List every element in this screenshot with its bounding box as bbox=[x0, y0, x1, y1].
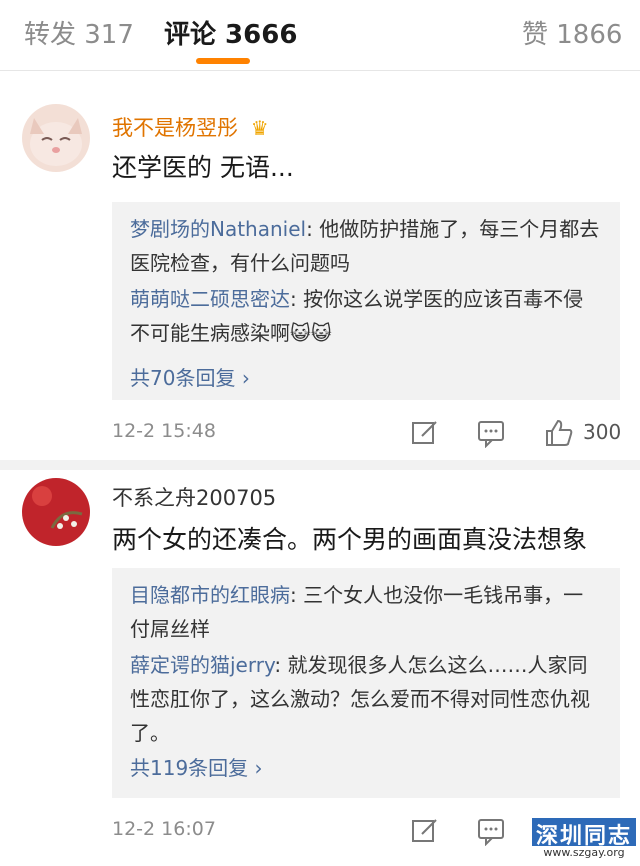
comment-text: 还学医的 无语... bbox=[112, 153, 294, 182]
emoji: 😺😺 bbox=[290, 321, 332, 345]
reply-item[interactable]: 萌萌哒二硕思密达: 按你这么说学医的应该百毒不侵不可能生病感染啊😺😺 bbox=[130, 282, 600, 350]
reply-author[interactable]: 薛定谔的猫jerry bbox=[130, 653, 274, 677]
repost-icon[interactable] bbox=[410, 418, 440, 448]
crown-icon: ♛ bbox=[250, 116, 269, 140]
replies-box[interactable]: 梦剧场的Nathaniel: 他做防护措施了，每三个月都去医院检查，有什么问题吗… bbox=[112, 202, 620, 400]
avatar[interactable] bbox=[22, 478, 90, 546]
username[interactable]: 我不是杨翌彤 ♛ bbox=[112, 112, 269, 142]
reply-item[interactable]: 薛定谔的猫jerry: 就发现很多人怎么这么……人家同性恋肛你了，这么激动？怎么… bbox=[130, 648, 600, 750]
reply-item[interactable]: 目隐都市的红眼病: 三个女人也没你一毛钱吊事，一付屌丝样 bbox=[130, 578, 600, 646]
comment-icon[interactable] bbox=[476, 816, 506, 846]
watermark-url: www.szgay.org bbox=[532, 846, 636, 859]
divider bbox=[0, 460, 640, 470]
watermark-logo: 深圳同志 www.szgay.org bbox=[532, 818, 636, 862]
tab-comments[interactable]: 评论 3666 bbox=[164, 14, 297, 51]
username[interactable]: 不系之舟200705 bbox=[112, 482, 276, 512]
like-icon[interactable] bbox=[544, 418, 574, 448]
active-tab-indicator bbox=[196, 58, 250, 64]
chevron-right-icon: › bbox=[241, 366, 250, 390]
repost-icon[interactable] bbox=[410, 816, 440, 846]
tab-reposts[interactable]: 转发 317 bbox=[24, 14, 134, 51]
more-replies-link[interactable]: 共119条回复 › bbox=[130, 752, 263, 781]
reply-item[interactable]: 梦剧场的Nathaniel: 他做防护措施了，每三个月都去医院检查，有什么问题吗 bbox=[130, 212, 600, 280]
comment-footer: 12-2 15:48 300 bbox=[0, 414, 640, 454]
timestamp: 12-2 15:48 bbox=[112, 420, 216, 442]
reply-author[interactable]: 梦剧场的Nathaniel bbox=[130, 217, 306, 241]
username-text: 我不是杨翌彤 bbox=[112, 116, 238, 140]
reply-author[interactable]: 萌萌哒二硕思密达 bbox=[130, 287, 290, 311]
username-text: 不系之舟200705 bbox=[112, 486, 277, 510]
avatar[interactable] bbox=[22, 104, 90, 172]
reply-author[interactable]: 目隐都市的红眼病 bbox=[130, 583, 290, 607]
like-count: 300 bbox=[583, 420, 622, 444]
comment-text: 两个女的还凑合。两个男的画面真没法想象 bbox=[112, 525, 588, 554]
chevron-right-icon: › bbox=[254, 756, 263, 780]
replies-box[interactable]: 目隐都市的红眼病: 三个女人也没你一毛钱吊事，一付屌丝样 薛定谔的猫jerry:… bbox=[112, 568, 620, 798]
timestamp: 12-2 16:07 bbox=[112, 818, 216, 840]
comment-tabs: 转发 317 评论 3666 赞 1866 bbox=[0, 0, 640, 71]
comment-icon[interactable] bbox=[476, 418, 506, 448]
more-replies-link[interactable]: 共70条回复 › bbox=[130, 362, 250, 391]
tab-likes[interactable]: 赞 1866 bbox=[522, 14, 622, 51]
